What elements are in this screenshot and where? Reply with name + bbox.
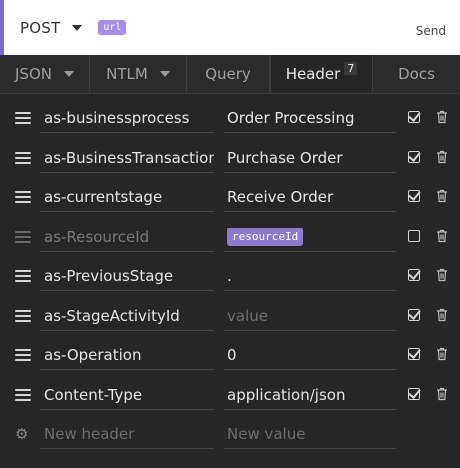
request-url-bar: POST url Send — [0, 0, 460, 55]
trash-icon[interactable] — [436, 110, 448, 124]
divider — [40, 329, 214, 331]
header-name-field[interactable]: as-businessprocess — [44, 109, 214, 127]
header-value-field[interactable]: . — [227, 267, 395, 285]
divider — [224, 448, 396, 449]
header-value-field[interactable]: value — [227, 307, 395, 325]
enable-checkbox[interactable] — [408, 348, 420, 360]
tab-query[interactable]: Query — [187, 55, 270, 93]
divider — [224, 171, 396, 173]
header-name-field[interactable]: as-StageActivityId — [44, 307, 214, 325]
divider — [40, 211, 214, 212]
tab-header[interactable]: Header 7 — [270, 55, 373, 93]
enable-checkbox[interactable] — [408, 308, 420, 321]
header-row: as-BusinessTransaction Purchase Order — [0, 139, 460, 179]
divider — [40, 250, 214, 252]
header-name-field[interactable]: Content-Type — [44, 386, 214, 404]
header-name-field[interactable]: as-ResourceId — [44, 228, 214, 246]
enable-checkbox[interactable] — [408, 229, 420, 242]
drag-handle-icon[interactable] — [15, 112, 31, 126]
enable-checkbox[interactable] — [408, 387, 420, 400]
header-name-field[interactable]: as-BusinessTransaction — [44, 149, 214, 167]
divider — [224, 329, 396, 331]
gear-icon[interactable]: ⚙ — [15, 426, 31, 442]
divider — [224, 211, 396, 212]
tab-ntlm[interactable]: NTLM — [90, 55, 187, 93]
divider — [224, 290, 396, 291]
divider — [40, 369, 214, 370]
chevron-down-icon — [159, 71, 170, 77]
trash-icon[interactable] — [436, 229, 448, 243]
new-header-name-input[interactable]: New header — [44, 425, 214, 443]
drag-handle-icon[interactable] — [15, 309, 31, 324]
send-button[interactable]: Send — [416, 24, 446, 38]
trash-icon[interactable] — [436, 308, 448, 322]
drag-handle-icon[interactable] — [15, 191, 31, 205]
url-variable-tag[interactable]: url — [98, 20, 127, 35]
header-row: as-currentstage Receive Order — [0, 178, 460, 218]
drag-handle-icon[interactable] — [15, 151, 31, 166]
divider — [224, 369, 396, 370]
drag-handle-icon[interactable] — [15, 270, 31, 284]
header-row: as-PreviousStage . — [0, 257, 460, 297]
header-list: as-businessprocess Order Processing as-B… — [0, 94, 460, 468]
tab-json[interactable]: JSON — [0, 55, 90, 93]
header-value-field[interactable]: Order Processing — [227, 109, 395, 127]
divider — [40, 171, 214, 173]
drag-handle-icon[interactable] — [15, 388, 31, 403]
header-name-field[interactable]: as-Operation — [44, 346, 214, 364]
trash-icon[interactable] — [436, 150, 448, 164]
tab-label: Docs — [398, 65, 435, 83]
divider — [224, 250, 396, 252]
enable-checkbox[interactable] — [408, 150, 420, 163]
enable-checkbox[interactable] — [408, 269, 420, 281]
tab-docs[interactable]: Docs — [373, 55, 460, 93]
tab-label: NTLM — [106, 65, 148, 83]
trash-icon[interactable] — [436, 387, 448, 401]
drag-handle-icon[interactable] — [15, 230, 31, 245]
drag-handle-icon[interactable] — [15, 349, 31, 363]
header-row: as-ResourceId resourceId — [0, 218, 460, 258]
tab-label: JSON — [15, 65, 52, 83]
header-row: as-Operation 0 — [0, 336, 460, 376]
enable-checkbox[interactable] — [408, 190, 420, 202]
divider — [40, 408, 214, 410]
enable-checkbox[interactable] — [408, 111, 420, 123]
divider — [224, 132, 396, 133]
header-value-field[interactable]: application/json — [227, 386, 395, 404]
header-name-field[interactable]: as-PreviousStage — [44, 267, 214, 285]
header-row: as-businessprocess Order Processing — [0, 99, 460, 139]
tab-label: Query — [205, 65, 251, 83]
method-chevron-down-icon[interactable] — [72, 24, 83, 31]
header-value-field[interactable]: Receive Order — [227, 188, 395, 206]
tab-label: Header — [285, 65, 341, 83]
header-row: Content-Type application/json — [0, 376, 460, 416]
header-value-field[interactable]: resourceId — [227, 227, 395, 248]
trash-icon[interactable] — [436, 189, 448, 203]
method-selector[interactable]: POST — [20, 19, 60, 37]
variable-tag[interactable]: resourceId — [227, 227, 304, 246]
header-value-field[interactable]: 0 — [227, 346, 395, 364]
divider — [40, 132, 214, 133]
header-row: as-StageActivityId value — [0, 297, 460, 337]
header-value-field[interactable]: Purchase Order — [227, 149, 395, 167]
chevron-down-icon — [63, 71, 74, 77]
request-tabs: JSON NTLM Query Header 7 Docs — [0, 55, 460, 94]
header-name-field[interactable]: as-currentstage — [44, 188, 214, 206]
header-count-badge: 7 — [344, 61, 358, 75]
trash-icon[interactable] — [436, 347, 448, 361]
divider — [224, 408, 396, 410]
trash-icon[interactable] — [436, 268, 448, 282]
divider — [40, 448, 214, 449]
new-header-row: ⚙ New header New value — [0, 415, 460, 455]
divider — [40, 290, 214, 291]
new-header-value-input[interactable]: New value — [227, 425, 395, 443]
